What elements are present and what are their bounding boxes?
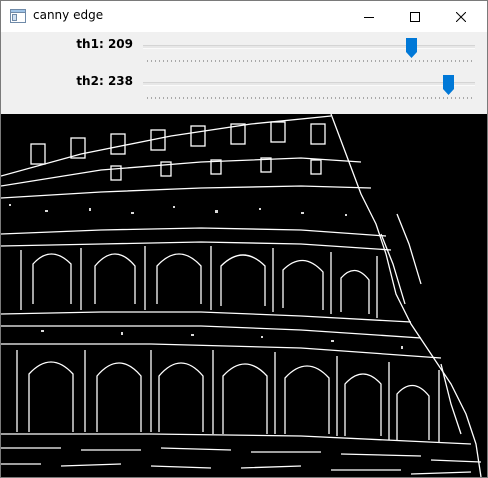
trackbar-th2-thumb[interactable] bbox=[442, 75, 454, 95]
edge-image-canvas bbox=[1, 114, 487, 477]
maximize-button[interactable] bbox=[392, 1, 438, 32]
trackbar-th1-groove[interactable] bbox=[143, 45, 475, 49]
trackbar-th1-name: th1 bbox=[76, 37, 99, 51]
canny-edge-window: canny edge th1: 209 th2: 238 bbox=[0, 0, 488, 478]
trackbar-th2-value: 238 bbox=[107, 74, 133, 88]
trackbar-th1-ticks bbox=[147, 60, 473, 62]
close-icon bbox=[455, 7, 467, 26]
colosseum-edge-image bbox=[1, 114, 482, 477]
title-bar[interactable]: canny edge bbox=[1, 1, 487, 32]
trackbar-th2-ticks bbox=[147, 97, 473, 99]
close-button[interactable] bbox=[438, 1, 484, 32]
trackbar-th1-thumb[interactable] bbox=[406, 38, 418, 58]
window-title: canny edge bbox=[33, 8, 104, 22]
trackbar-th2-groove[interactable] bbox=[143, 82, 475, 86]
trackbar-panel: th1: 209 th2: 238 bbox=[1, 32, 487, 114]
maximize-icon bbox=[410, 7, 420, 26]
minimize-button[interactable] bbox=[346, 1, 392, 32]
trackbar-th1-label: th1: 209 bbox=[76, 37, 133, 51]
trackbar-th2-label: th2: 238 bbox=[76, 74, 133, 88]
trackbar-th1-value: 209 bbox=[107, 37, 133, 51]
minimize-icon bbox=[364, 7, 374, 26]
window-app-icon bbox=[10, 8, 26, 24]
trackbar-th2-name: th2 bbox=[76, 74, 99, 88]
